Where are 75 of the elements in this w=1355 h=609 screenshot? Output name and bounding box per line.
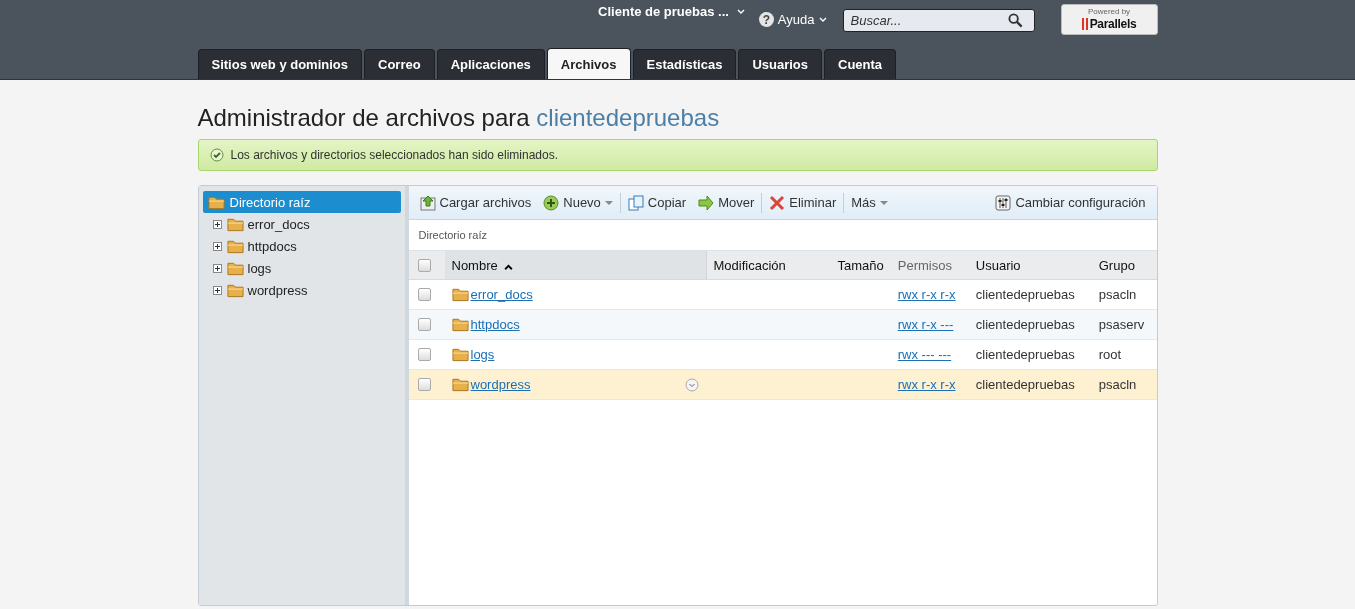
- row-checkbox[interactable]: [417, 378, 431, 391]
- expand-toggle[interactable]: [212, 241, 222, 251]
- table-cell: psacln: [1098, 287, 1137, 302]
- nav-tab[interactable]: Correo: [364, 49, 435, 79]
- tree-item[interactable]: wordpress: [226, 282, 308, 298]
- arrow-icon: [698, 194, 715, 211]
- nav-tab[interactable]: Cuenta: [824, 49, 897, 79]
- folder-icon: [226, 216, 244, 232]
- table-cell: clientedepruebas: [975, 377, 1075, 392]
- expand-toggle[interactable]: [212, 263, 222, 273]
- folder-link[interactable]: wordpress: [470, 377, 531, 392]
- breadcrumb[interactable]: Directorio raíz: [418, 229, 487, 241]
- folder-link[interactable]: error_docs: [470, 287, 533, 302]
- check-icon: [209, 148, 224, 162]
- tree-item[interactable]: Directorio raíz: [202, 191, 401, 213]
- plus-icon: [543, 194, 560, 211]
- folder-icon: [451, 377, 469, 392]
- table-cell: clientedepruebas: [975, 347, 1075, 362]
- expand-toggle[interactable]: [212, 285, 222, 295]
- nav-tab[interactable]: Usuarios: [738, 49, 822, 79]
- row-checkbox[interactable]: [417, 288, 431, 301]
- nav-tab[interactable]: Archivos: [546, 48, 631, 79]
- toolbar-button[interactable]: Mover: [693, 192, 760, 213]
- column-header[interactable]: Permisos: [890, 251, 969, 280]
- caret-icon: [736, 9, 745, 14]
- column-header[interactable]: Tamaño: [830, 251, 891, 280]
- toolbar-button[interactable]: Copiar: [622, 192, 692, 213]
- table-cell: clientedepruebas: [975, 287, 1075, 302]
- folder-icon: [451, 317, 469, 332]
- row-checkbox[interactable]: [417, 318, 431, 331]
- toolbar-button[interactable]: Más: [846, 193, 893, 212]
- folder-icon: [226, 282, 244, 298]
- help-menu[interactable]: ? Ayuda: [758, 12, 827, 27]
- delete-icon: [769, 194, 786, 211]
- table-cell: root: [1098, 347, 1122, 362]
- toolbar-button[interactable]: Nuevo: [538, 192, 618, 213]
- sliders-icon: [995, 194, 1012, 211]
- row-checkbox[interactable]: [417, 348, 431, 361]
- folder-icon: [451, 347, 469, 362]
- permissions-link[interactable]: rwx r-x r-x: [897, 287, 956, 302]
- powered-by-badge[interactable]: Powered by Parallels: [1060, 4, 1158, 35]
- nav-tab[interactable]: Sitios web y dominios: [197, 49, 363, 79]
- tree-item[interactable]: error_docs: [226, 216, 310, 232]
- table-cell: clientedepruebas: [975, 317, 1075, 332]
- row-menu-icon[interactable]: [685, 377, 699, 392]
- column-header[interactable]: Grupo: [1091, 251, 1157, 280]
- tree-item[interactable]: httpdocs: [226, 238, 297, 254]
- folder-link[interactable]: logs: [470, 347, 495, 362]
- toolbar-button[interactable]: Cargar archivos: [414, 192, 537, 213]
- select-all-checkbox[interactable]: [417, 258, 431, 272]
- folder-link[interactable]: httpdocs: [470, 317, 520, 332]
- tree-item[interactable]: logs: [226, 260, 272, 276]
- upload-icon: [419, 194, 436, 211]
- toolbar-button[interactable]: Eliminar: [764, 192, 842, 213]
- folder-icon: [451, 287, 469, 302]
- folder-icon: [226, 238, 244, 254]
- copy-icon: [627, 194, 644, 211]
- settings-button[interactable]: Cambiar configuración: [990, 192, 1151, 213]
- expand-toggle[interactable]: [212, 219, 222, 229]
- column-header[interactable]: Modificación: [706, 251, 831, 280]
- folder-icon: [226, 260, 244, 276]
- search-icon[interactable]: [1007, 13, 1023, 28]
- page-title: Administrador de archivos para clientedepruebas: [197, 104, 721, 132]
- folder-icon: [207, 194, 225, 210]
- table-cell: psaserv: [1098, 317, 1145, 332]
- permissions-link[interactable]: rwx --- ---: [897, 347, 952, 362]
- nav-tab[interactable]: Estadísticas: [632, 49, 737, 79]
- message-text: Los archivos y directorios seleccionados han sido eliminados.: [230, 148, 558, 162]
- nav-tab[interactable]: Aplicaciones: [436, 49, 545, 79]
- caret-icon: [818, 17, 827, 22]
- search-field[interactable]: Buscar...: [842, 9, 1035, 32]
- column-header[interactable]: Nombre: [444, 251, 706, 280]
- account-menu[interactable]: Cliente de pruebas ...: [598, 4, 745, 19]
- table-cell: psacln: [1098, 377, 1137, 392]
- column-header[interactable]: Usuario: [968, 251, 1092, 280]
